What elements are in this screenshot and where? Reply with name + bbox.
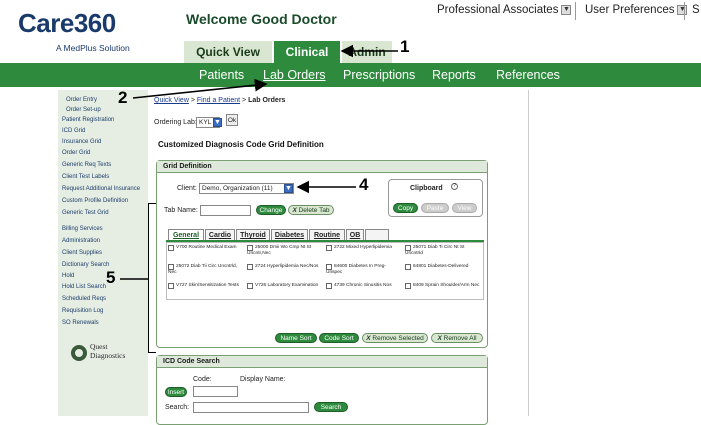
callout-2: 2 [118, 88, 128, 107]
callout-4: 4 [359, 175, 369, 194]
callout-5: 5 [106, 268, 116, 287]
arrow-2 [132, 78, 268, 99]
callout-arrows [120, 44, 398, 280]
callout-1: 1 [400, 37, 410, 56]
